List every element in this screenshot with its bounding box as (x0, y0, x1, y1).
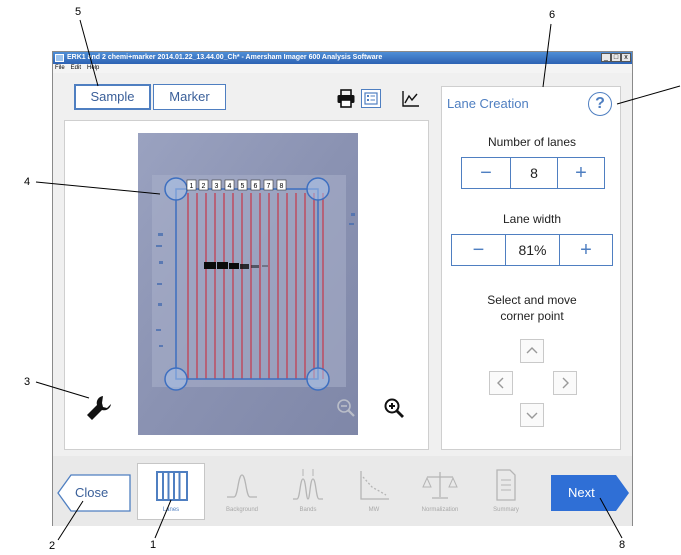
callout-6: 6 (549, 9, 556, 21)
callout-4: 4 (24, 176, 31, 188)
callout-lines (35, 19, 681, 541)
callout-1: 1 (150, 539, 157, 551)
callout-8: 8 (619, 539, 626, 551)
callout-2: 2 (49, 540, 56, 552)
callout-3: 3 (24, 376, 31, 388)
callout-5: 5 (75, 6, 82, 18)
